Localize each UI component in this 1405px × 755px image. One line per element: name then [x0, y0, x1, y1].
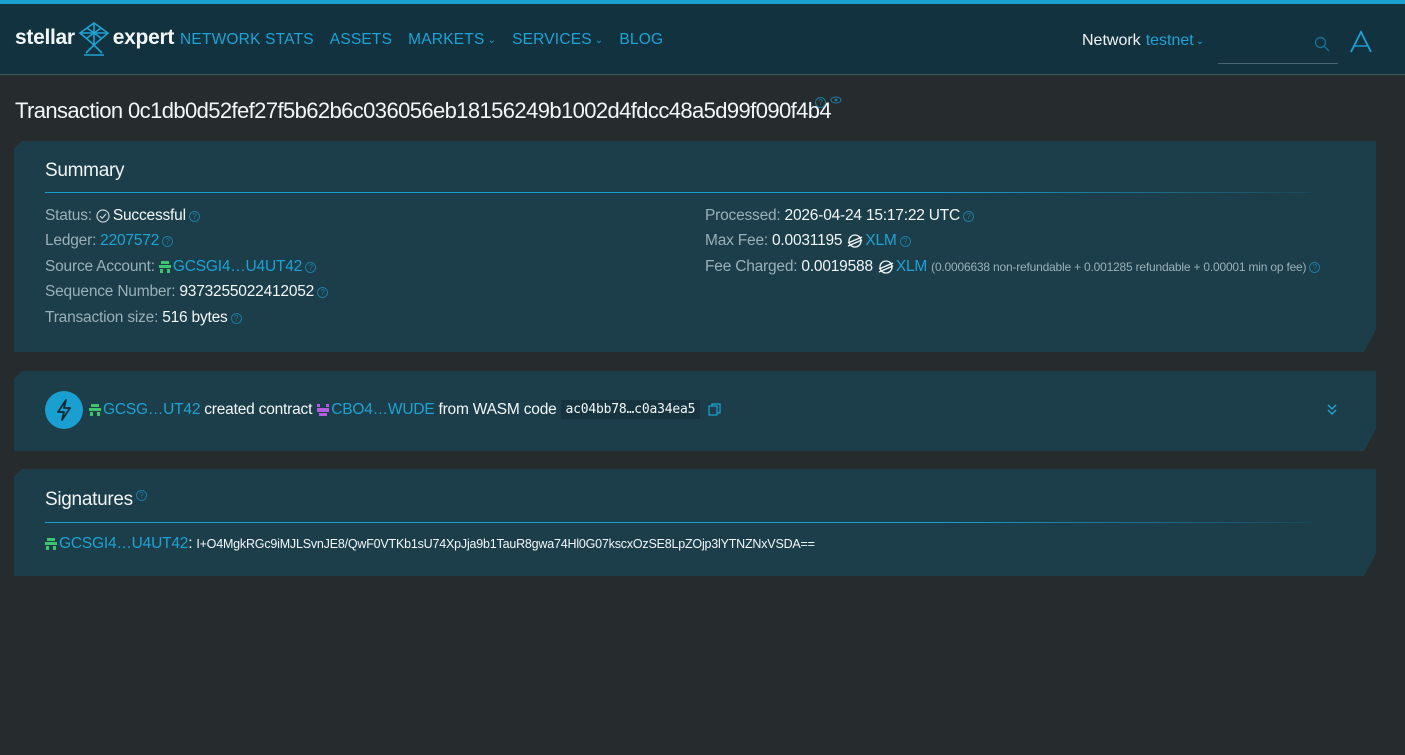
help-icon[interactable]: ?: [305, 262, 316, 273]
nav-markets[interactable]: MARKETS ⌄: [408, 31, 496, 49]
signature-value: I+O4MgkRGc9iMJLSvnJE8/QwF0VTKb1sU74XpJja…: [196, 537, 815, 551]
fee-charged-label: Fee Charged:: [705, 258, 798, 275]
lightning-icon: [54, 399, 74, 421]
max-fee-row: Max Fee: 0.0031195 XLM ?: [705, 232, 911, 250]
eye-icon[interactable]: [830, 95, 842, 105]
nav-assets[interactable]: ASSETS: [330, 31, 392, 49]
signature-colon: :: [188, 535, 193, 552]
main-nav: NETWORK STATS ASSETS MARKETS ⌄ SERVICES ⌄ …: [180, 31, 679, 49]
transaction-title: Transaction 0c1db0d52fef27f5b62b6c036056…: [15, 98, 832, 123]
search-icon[interactable]: [1314, 36, 1330, 52]
contract-link[interactable]: CBO4…WUDE: [331, 401, 434, 419]
status-row: Status: Successful ?: [45, 207, 200, 225]
nav-label: ASSETS: [329, 31, 393, 48]
fee-charged-asset-link[interactable]: XLM: [896, 258, 927, 276]
ledger-link[interactable]: 2207572: [100, 232, 159, 250]
max-fee-asset-link[interactable]: XLM: [865, 232, 896, 250]
stellar-lumen-icon: [878, 259, 894, 275]
signature-row: GCSGI4…U4UT42 : I+O4MgkRGc9iMJLSvnJE8/Qw…: [45, 535, 815, 553]
stellar-lumen-icon: [847, 233, 863, 249]
check-circle-icon: [96, 209, 110, 223]
network-selector[interactable]: Network testnet ⌄: [1082, 32, 1204, 50]
max-fee-label: Max Fee:: [705, 232, 769, 249]
source-account-label: Source Account:: [45, 258, 155, 275]
chevron-down-icon: ⌄: [487, 34, 497, 46]
nav-label: BLOG: [619, 31, 664, 48]
operation-account-link[interactable]: GCSG…UT42: [103, 401, 200, 419]
operation-from-text: from WASM code: [438, 400, 557, 418]
processed-row: Processed: 2026-04-24 15:17:22 UTC ?: [705, 207, 974, 225]
sequence-label: Sequence Number:: [45, 283, 176, 300]
sequence-value: 9373255022412052: [179, 283, 315, 300]
site-logo[interactable]: stellar expert: [15, 18, 174, 58]
tx-size-row: Transaction size: 516 bytes ?: [45, 309, 242, 327]
nav-blog[interactable]: BLOG: [619, 31, 663, 49]
help-icon[interactable]: ?: [317, 287, 328, 298]
operation-description: GCSG…UT42 created contract CBO4…WUDE fro…: [89, 400, 721, 419]
fee-breakdown: (0.0006638 non-refundable + 0.001285 ref…: [931, 260, 1307, 274]
signatures-title: Signatures?: [45, 489, 147, 511]
nav-label: SERVICES: [512, 31, 592, 48]
wasm-hash: ac04bb78…c0a34ea5: [561, 400, 701, 419]
operation-action: created contract: [204, 400, 313, 418]
tx-size-label: Transaction size:: [45, 309, 159, 326]
nav-network-stats[interactable]: NETWORK STATS: [180, 31, 314, 49]
copy-icon[interactable]: [708, 403, 721, 416]
satellite-dish-icon: [78, 22, 110, 56]
account-identicon-icon: [159, 261, 171, 273]
network-value: testnet: [1145, 32, 1194, 49]
ledger-row: Ledger: 2207572 ?: [45, 232, 173, 250]
chevron-down-icon: ⌄: [1195, 35, 1205, 47]
page-title: Transaction 0c1db0d52fef27f5b62b6c036056…: [15, 98, 832, 124]
status-label: Status:: [45, 207, 92, 224]
signatures-title-text: Signatures: [45, 489, 133, 510]
help-icon[interactable]: ?: [231, 313, 242, 324]
signature-account-link[interactable]: GCSGI4…U4UT42: [59, 535, 188, 553]
nav-label: NETWORK STATS: [180, 31, 314, 48]
ledger-label: Ledger:: [45, 232, 97, 249]
sequence-row: Sequence Number: 9373255022412052 ?: [45, 283, 328, 301]
fee-charged-row: Fee Charged: 0.0019588 XLM (0.0006638 no…: [705, 258, 1320, 276]
account-identicon-icon: [45, 538, 57, 550]
top-navbar: stellar expert NETWORK STATS ASSETS MARK…: [0, 4, 1405, 75]
logo-text-right: expert: [112, 26, 175, 49]
search-input[interactable]: [1218, 28, 1338, 64]
source-account-link[interactable]: GCSGI4…U4UT42: [173, 258, 302, 276]
contract-identicon-icon: [317, 404, 329, 416]
help-icon[interactable]: ?: [189, 211, 200, 222]
max-fee-value: 0.0031195: [772, 232, 843, 249]
help-icon[interactable]: ?: [963, 211, 974, 222]
help-icon[interactable]: ?: [136, 490, 147, 501]
status-value: Successful: [112, 207, 186, 224]
account-avatar-icon[interactable]: [1349, 30, 1373, 54]
processed-label: Processed:: [705, 207, 781, 224]
network-label: Network: [1082, 32, 1141, 49]
tx-size-value: 516 bytes: [162, 309, 228, 326]
double-chevron-down-icon[interactable]: [1326, 403, 1338, 417]
operation-badge: [45, 391, 83, 429]
summary-divider: [45, 192, 1311, 193]
help-icon[interactable]: ?: [815, 97, 826, 108]
processed-value: 2026-04-24 15:17:22 UTC: [784, 207, 961, 224]
logo-text-left: stellar: [15, 26, 75, 49]
signatures-panel: Signatures? GCSGI4…U4UT42 : I+O4MgkRGc9i…: [14, 469, 1376, 576]
nav-services[interactable]: SERVICES ⌄: [512, 31, 603, 49]
source-account-row: Source Account: GCSGI4…U4UT42 ?: [45, 258, 316, 276]
title-help-icons: ?: [812, 95, 842, 116]
chevron-down-icon: ⌄: [594, 34, 604, 46]
signatures-divider: [45, 522, 1311, 523]
help-icon[interactable]: ?: [1309, 262, 1320, 273]
help-icon[interactable]: ?: [162, 236, 173, 247]
summary-panel: Summary Status: Successful ? Ledger: 220…: [14, 141, 1376, 352]
nav-label: MARKETS: [408, 31, 485, 48]
fee-charged-value: 0.0019588: [801, 258, 873, 275]
account-identicon-icon: [89, 404, 101, 416]
operation-panel: GCSG…UT42 created contract CBO4…WUDE fro…: [14, 371, 1376, 451]
summary-title: Summary: [45, 160, 125, 181]
help-icon[interactable]: ?: [900, 236, 911, 247]
